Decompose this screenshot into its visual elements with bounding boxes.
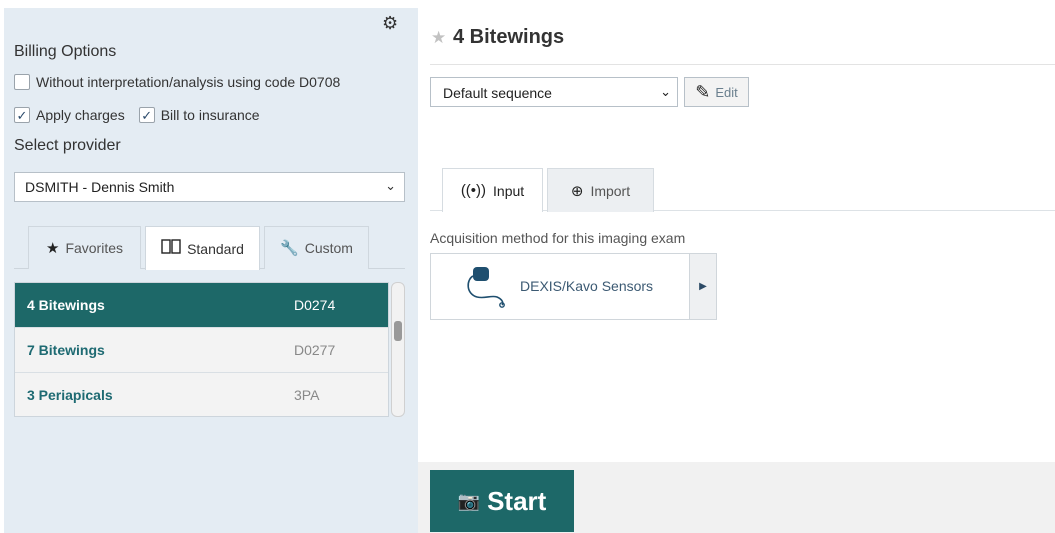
select-provider-label: Select provider (14, 137, 121, 154)
pencil-icon: ✎ (695, 81, 711, 102)
tab-input-label: Input (493, 182, 525, 199)
list-item[interactable]: 4 Bitewings D0274 (15, 283, 388, 328)
tab-favorites[interactable]: ★ Favorites (28, 226, 141, 269)
exam-code: D0274 (294, 297, 336, 313)
exam-list-scrollbar[interactable] (391, 282, 405, 417)
tab-standard[interactable]: Standard (145, 226, 260, 270)
device-select-button[interactable]: DEXIS/Kavo Sensors (430, 253, 690, 320)
plus-circle-icon: ⊕ (570, 182, 584, 200)
list-item[interactable]: 7 Bitewings D0277 (15, 328, 388, 373)
tab-custom[interactable]: 🔧 Custom (264, 226, 369, 269)
wireless-signal-icon: ((•)) (460, 182, 487, 199)
provider-select-value: DSMITH - Dennis Smith (25, 179, 175, 195)
star-icon: ★ (45, 240, 60, 257)
provider-select[interactable]: DSMITH - Dennis Smith ⌄ (14, 172, 405, 202)
tab-custom-label: Custom (304, 240, 353, 256)
device-options-arrow[interactable]: ▶ (690, 253, 717, 320)
camera-icon: 📷 (457, 490, 481, 511)
checkbox-bill-to-insurance-label[interactable]: Bill to insurance (161, 107, 260, 123)
wrench-icon: 🔧 (280, 240, 299, 257)
start-button-label: Start (487, 485, 547, 516)
edit-button-label: Edit (715, 84, 738, 100)
page-title: 4 Bitewings (453, 26, 565, 48)
chevron-down-icon: ⌄ (385, 178, 396, 193)
edit-sequence-button[interactable]: ✎ Edit (684, 77, 749, 107)
list-item[interactable]: 3 Periapicals 3PA (15, 373, 388, 416)
source-tabs: ((•)) Input ⊕ Import (430, 168, 1055, 212)
checkbox-d0708-label[interactable]: Without interpretation/analysis using co… (36, 74, 340, 90)
tab-standard-label: Standard (187, 240, 244, 257)
gear-icon[interactable]: ⚙ (382, 14, 400, 32)
checkbox-apply-charges[interactable]: ✓ (14, 107, 30, 123)
chevron-down-icon: ⌄ (660, 84, 671, 99)
exam-list: 4 Bitewings D0274 7 Bitewings D0277 3 Pe… (14, 282, 389, 417)
exam-name: 7 Bitewings (27, 342, 105, 358)
title-divider (430, 64, 1055, 65)
scrollbar-thumb[interactable] (394, 321, 402, 341)
exam-code: 3PA (294, 387, 320, 403)
exam-code: D0277 (294, 342, 336, 358)
acquisition-method-label: Acquisition method for this imaging exam (430, 230, 686, 246)
exam-name: 4 Bitewings (27, 297, 105, 313)
exam-library-tabs: ★ Favorites Standard 🔧 Custom (14, 226, 405, 270)
favorite-star-icon[interactable]: ★ (431, 28, 446, 48)
chevron-right-icon: ▶ (699, 281, 707, 292)
billing-options-heading: Billing Options (14, 43, 117, 60)
checkbox-bill-to-insurance[interactable]: ✓ (138, 107, 155, 123)
tab-import-label: Import (590, 182, 631, 199)
checkbox-d0708[interactable] (14, 74, 30, 90)
option-d0708-row[interactable]: Without interpretation/analysis using co… (14, 74, 340, 90)
start-button[interactable]: 📷 Start (430, 470, 574, 532)
tab-input[interactable]: ((•)) Input (442, 168, 543, 212)
tab-import[interactable]: ⊕ Import (547, 168, 654, 212)
sequence-select[interactable]: Default sequence ⌄ (430, 77, 678, 107)
book-icon (161, 239, 181, 258)
checkbox-apply-charges-label[interactable]: Apply charges (36, 107, 125, 123)
device-name: DEXIS/Kavo Sensors (520, 278, 654, 294)
tab-favorites-label: Favorites (65, 240, 124, 256)
sequence-select-value: Default sequence (443, 85, 552, 101)
sensor-cable-icon (467, 267, 505, 308)
exam-name: 3 Periapicals (27, 387, 113, 403)
charges-options-row: ✓ Apply charges ✓ Bill to insurance (14, 107, 260, 123)
